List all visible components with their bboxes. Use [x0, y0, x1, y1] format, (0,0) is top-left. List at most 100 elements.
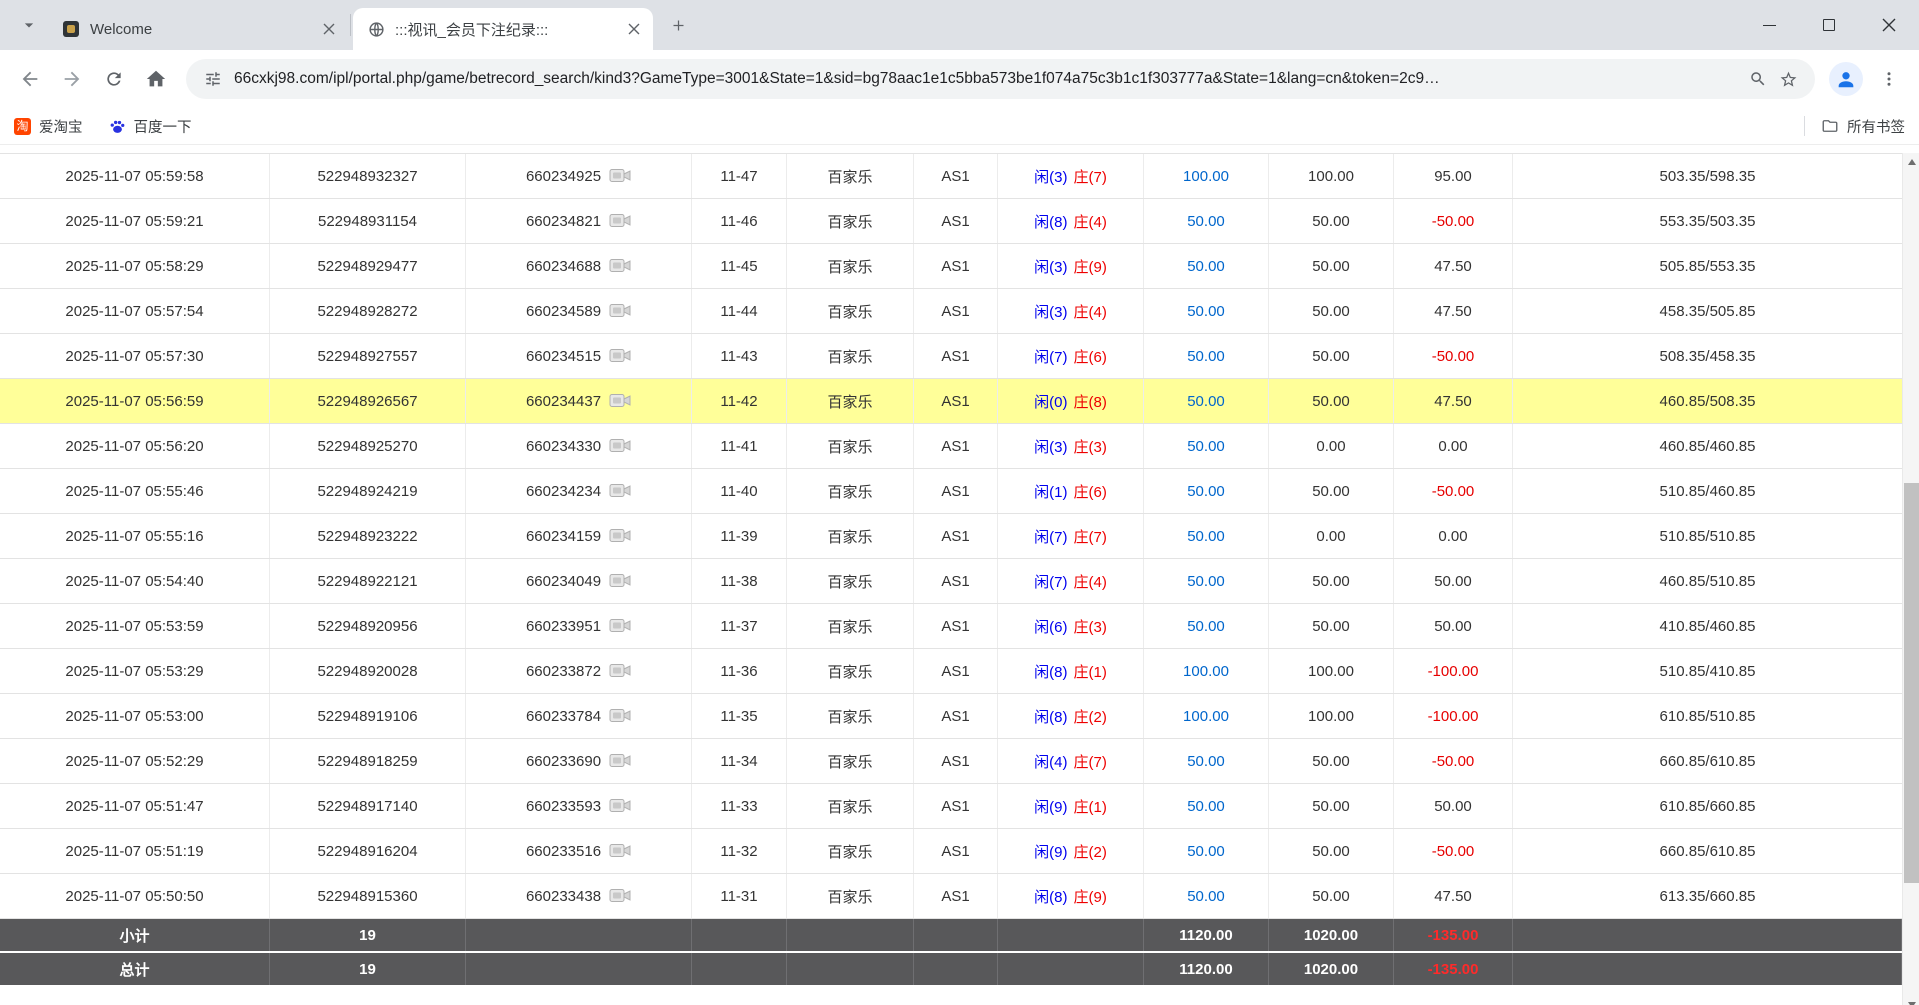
table-row[interactable]: 2025-11-07 05:52:29 522948918259 6602336… [0, 739, 1902, 784]
video-icon[interactable] [609, 393, 631, 410]
result-player: 闲(6) [1034, 616, 1067, 637]
cell-bet-amount[interactable]: 50.00 [1144, 874, 1269, 918]
cell-balance: 510.85/510.85 [1513, 514, 1902, 558]
cell-bet-amount[interactable]: 100.00 [1144, 649, 1269, 693]
cell-bet-amount[interactable]: 50.00 [1144, 469, 1269, 513]
new-tab-button[interactable] [661, 8, 695, 42]
site-info-icon[interactable] [198, 64, 228, 94]
video-icon[interactable] [609, 573, 631, 590]
cell-balance: 460.85/508.35 [1513, 379, 1902, 423]
video-icon[interactable] [609, 213, 631, 230]
table-row[interactable]: 2025-11-07 05:55:46 522948924219 6602342… [0, 469, 1902, 514]
video-icon[interactable] [609, 438, 631, 455]
cell-bet-amount[interactable]: 50.00 [1144, 289, 1269, 333]
video-icon[interactable] [609, 753, 631, 770]
cell-bet-amount[interactable]: 50.00 [1144, 424, 1269, 468]
all-bookmarks-button[interactable]: 所有书签 [1821, 116, 1905, 137]
url-text[interactable]: 66cxkj98.com/ipl/portal.php/game/betreco… [228, 70, 1743, 88]
cell-bet-amount[interactable]: 50.00 [1144, 604, 1269, 648]
video-icon[interactable] [609, 618, 631, 635]
tab-close-icon[interactable] [318, 18, 340, 40]
video-icon[interactable] [609, 348, 631, 365]
scroll-up-icon[interactable] [1903, 153, 1919, 170]
cell-bet-amount[interactable]: 100.00 [1144, 154, 1269, 198]
cell-bet-amount[interactable]: 50.00 [1144, 514, 1269, 558]
cell-table-name: AS1 [914, 874, 998, 918]
round-ref-number: 660234821 [526, 213, 601, 230]
cell-bet-amount[interactable]: 100.00 [1144, 694, 1269, 738]
cell-game-type: 百家乐 [787, 829, 914, 873]
maximize-button[interactable] [1799, 0, 1859, 50]
profile-avatar[interactable] [1829, 62, 1863, 96]
video-icon[interactable] [609, 843, 631, 860]
table-row[interactable]: 2025-11-07 05:57:30 522948927557 6602345… [0, 334, 1902, 379]
bookmark-star-icon[interactable] [1773, 64, 1803, 94]
video-icon[interactable] [609, 168, 631, 185]
cell-balance: 460.85/510.85 [1513, 559, 1902, 603]
cell-bet-amount[interactable]: 50.00 [1144, 559, 1269, 603]
tab-welcome[interactable]: Welcome [48, 8, 348, 50]
cell-round-ref: 660234515 [466, 334, 692, 378]
table-row[interactable]: 2025-11-07 05:53:59 522948920956 6602339… [0, 604, 1902, 649]
video-icon[interactable] [609, 258, 631, 275]
cell-win-loss: -50.00 [1394, 199, 1513, 243]
table-row[interactable]: 2025-11-07 05:54:40 522948922121 6602340… [0, 559, 1902, 604]
cell-bet-amount[interactable]: 50.00 [1144, 334, 1269, 378]
home-button[interactable] [136, 59, 176, 99]
table-row[interactable]: 2025-11-07 05:56:20 522948925270 6602343… [0, 424, 1902, 469]
cell-game-type: 百家乐 [787, 244, 914, 288]
cell-bet-amount[interactable]: 50.00 [1144, 199, 1269, 243]
cell-game-type: 百家乐 [787, 289, 914, 333]
baidu-paw-icon [109, 118, 126, 135]
cell-order-number: 522948920028 [270, 649, 466, 693]
table-row[interactable]: 2025-11-07 05:59:58 522948932327 6602349… [0, 154, 1902, 199]
video-icon[interactable] [609, 663, 631, 680]
tab-betrecord[interactable]: :::视讯_会员下注纪录::: [353, 8, 653, 50]
cell-bet-amount[interactable]: 50.00 [1144, 829, 1269, 873]
table-row[interactable]: 2025-11-07 05:51:47 522948917140 6602335… [0, 784, 1902, 829]
cell-bet-amount[interactable]: 50.00 [1144, 739, 1269, 783]
cell-table-name: AS1 [914, 784, 998, 828]
table-row[interactable]: 2025-11-07 05:58:29 522948929477 6602346… [0, 244, 1902, 289]
cell-bet-amount[interactable]: 50.00 [1144, 244, 1269, 288]
reload-button[interactable] [94, 59, 134, 99]
close-button[interactable] [1859, 0, 1919, 50]
back-button[interactable] [10, 59, 50, 99]
table-row[interactable]: 2025-11-07 05:57:54 522948928272 6602345… [0, 289, 1902, 334]
bookmark-aitaobao[interactable]: 淘 爱淘宝 [14, 116, 83, 137]
scrollbar-thumb[interactable] [1904, 483, 1919, 883]
cell-bet-amount[interactable]: 50.00 [1144, 379, 1269, 423]
tab-search-button[interactable] [12, 8, 46, 42]
cell-bet-amount[interactable]: 50.00 [1144, 784, 1269, 828]
result-player: 闲(3) [1034, 436, 1067, 457]
table-row[interactable]: 2025-11-07 05:51:19 522948916204 6602335… [0, 829, 1902, 874]
video-icon[interactable] [609, 708, 631, 725]
cell-balance: 503.35/598.35 [1513, 154, 1902, 198]
zoom-icon[interactable] [1743, 64, 1773, 94]
table-row[interactable]: 2025-11-07 05:56:59 522948926567 6602344… [0, 379, 1902, 424]
table-row[interactable]: 2025-11-07 05:59:21 522948931154 6602348… [0, 199, 1902, 244]
globe-favicon-icon [367, 20, 385, 38]
address-bar[interactable]: 66cxkj98.com/ipl/portal.php/game/betreco… [186, 59, 1815, 99]
scroll-down-icon[interactable] [1903, 996, 1919, 1005]
summary-label: 总计 [0, 953, 270, 985]
menu-icon[interactable] [1869, 59, 1909, 99]
bookmark-baidu[interactable]: 百度一下 [109, 116, 192, 137]
cell-time: 2025-11-07 05:59:58 [0, 154, 270, 198]
video-icon[interactable] [609, 528, 631, 545]
video-icon[interactable] [609, 483, 631, 500]
table-row[interactable]: 2025-11-07 05:53:00 522948919106 6602337… [0, 694, 1902, 739]
table-row[interactable]: 2025-11-07 05:55:16 522948923222 6602341… [0, 514, 1902, 559]
video-icon[interactable] [609, 303, 631, 320]
table-row[interactable]: 2025-11-07 05:53:29 522948920028 6602338… [0, 649, 1902, 694]
video-icon[interactable] [609, 888, 631, 905]
summary-empty [998, 919, 1144, 951]
table-row[interactable]: 2025-11-07 05:50:50 522948915360 6602334… [0, 874, 1902, 919]
tab-close-icon[interactable] [623, 18, 645, 40]
video-icon[interactable] [609, 798, 631, 815]
forward-button[interactable] [52, 59, 92, 99]
cell-valid-amount: 50.00 [1269, 244, 1394, 288]
minimize-button[interactable] [1739, 0, 1799, 50]
vertical-scrollbar[interactable] [1902, 153, 1919, 1005]
round-ref-number: 660234437 [526, 393, 601, 410]
